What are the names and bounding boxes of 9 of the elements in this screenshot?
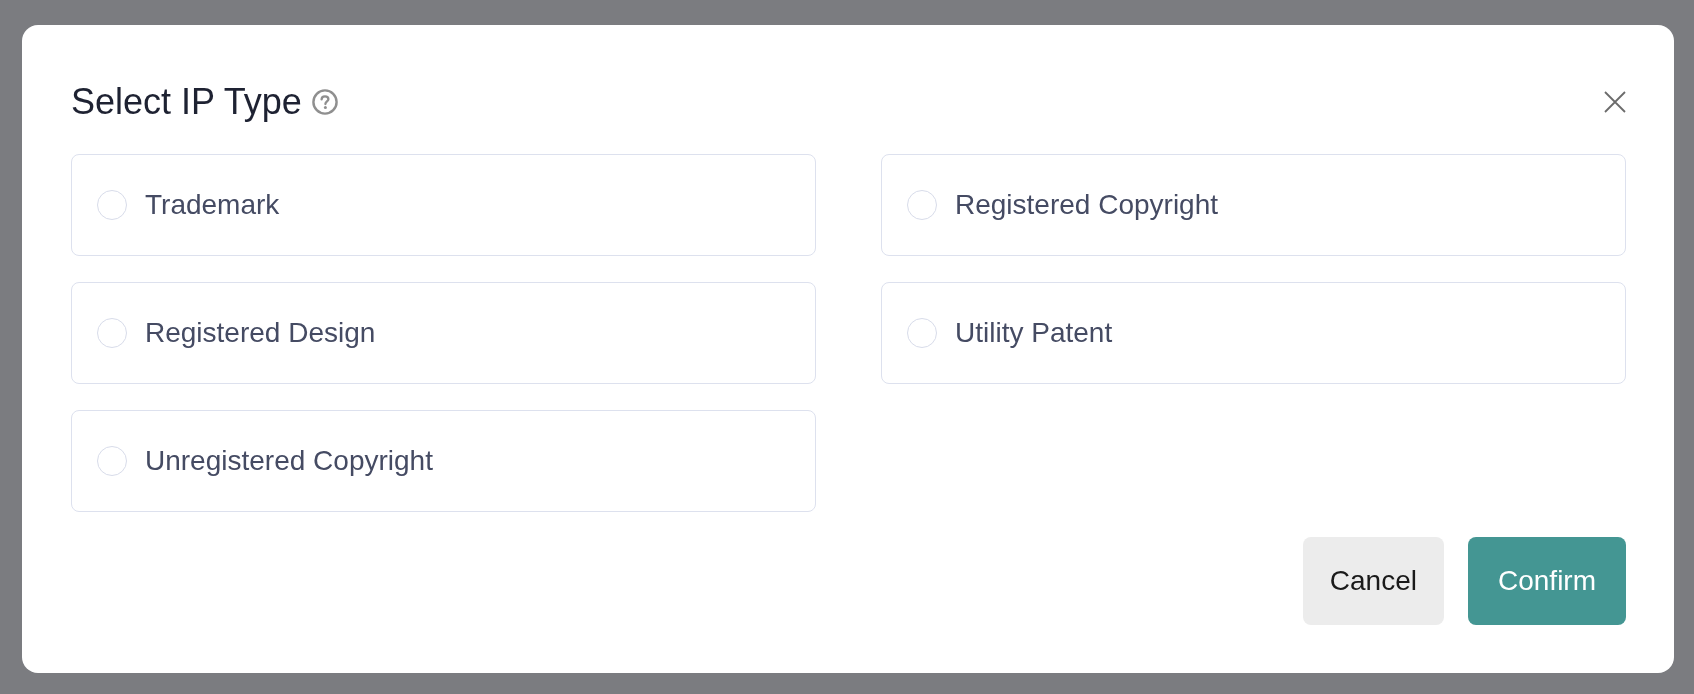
- option-card[interactable]: Registered Design: [71, 282, 816, 384]
- cancel-button[interactable]: Cancel: [1302, 537, 1444, 625]
- close-icon[interactable]: [1604, 91, 1626, 113]
- option-card[interactable]: Registered Copyright: [881, 154, 1626, 256]
- help-icon[interactable]: [311, 89, 338, 115]
- option-card[interactable]: Unregistered Copyright: [71, 410, 816, 512]
- option-card[interactable]: Utility Patent: [881, 282, 1626, 384]
- dialog-title: Select IP Type: [71, 80, 302, 124]
- option-card[interactable]: Trademark: [71, 154, 816, 256]
